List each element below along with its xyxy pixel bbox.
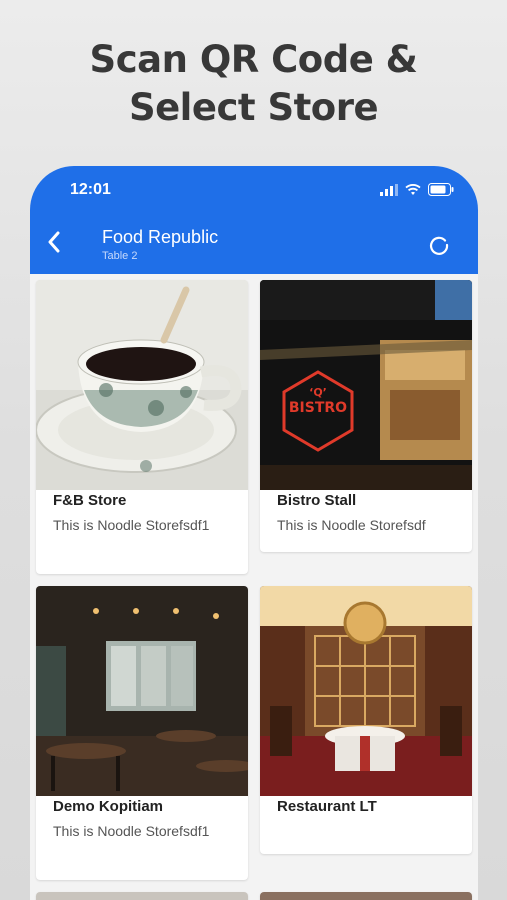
app-bar-title: Food Republic: [102, 227, 219, 247]
store-name: F&B Store: [53, 492, 127, 509]
store-name: Restaurant LT: [277, 798, 377, 815]
status-time: 12:01: [70, 181, 111, 198]
wifi-icon: [405, 183, 421, 195]
headline-line-1: Scan QR Code &: [89, 38, 418, 81]
store-card-fb-store[interactable]: F&B Store This is Noodle Storefsdf1: [36, 280, 248, 574]
store-name: Demo Kopitiam: [53, 798, 164, 815]
back-button[interactable]: [42, 230, 66, 254]
app-bar: 12:01 Food Republic Table 2: [30, 166, 478, 274]
store-card-partial[interactable]: [36, 892, 248, 900]
svg-text:BISTRO: BISTRO: [289, 400, 347, 416]
store-card-bistro-stall[interactable]: BISTRO ‘Q’ Bistro Stall This is Noodle S…: [260, 280, 472, 552]
store-image-bistro: BISTRO ‘Q’: [260, 280, 472, 490]
status-icons: [380, 183, 454, 196]
battery-icon: [428, 183, 454, 196]
store-image-coffee: [36, 280, 248, 490]
store-card-demo-kopitiam[interactable]: Demo Kopitiam This is Noodle Storefsdf1: [36, 586, 248, 880]
store-grid: F&B Store This is Noodle Storefsdf1 BIST…: [36, 280, 472, 900]
signal-icon: [380, 183, 398, 196]
refresh-icon[interactable]: [428, 234, 450, 256]
app-bar-subtitle: Table 2: [102, 250, 138, 262]
store-description: This is Noodle Storefsdf: [277, 517, 426, 533]
store-description: This is Noodle Storefsdf1: [53, 517, 210, 533]
store-card-restaurant-lt[interactable]: Restaurant LT: [260, 586, 472, 854]
store-image-kopitiam: [36, 586, 248, 796]
phone-screen: 12:01 Food Republic Table 2 F&B Store Th…: [30, 166, 478, 900]
store-description: This is Noodle Storefsdf1: [53, 823, 210, 839]
svg-text:‘Q’: ‘Q’: [309, 386, 327, 399]
headline-line-2: Select Store: [128, 86, 379, 129]
store-card-partial[interactable]: [260, 892, 472, 900]
store-image-restaurant: [260, 586, 472, 796]
chevron-left-icon: [48, 231, 60, 253]
promo-headline: Scan QR Code & Select Store: [0, 36, 507, 132]
store-name: Bistro Stall: [277, 492, 357, 509]
